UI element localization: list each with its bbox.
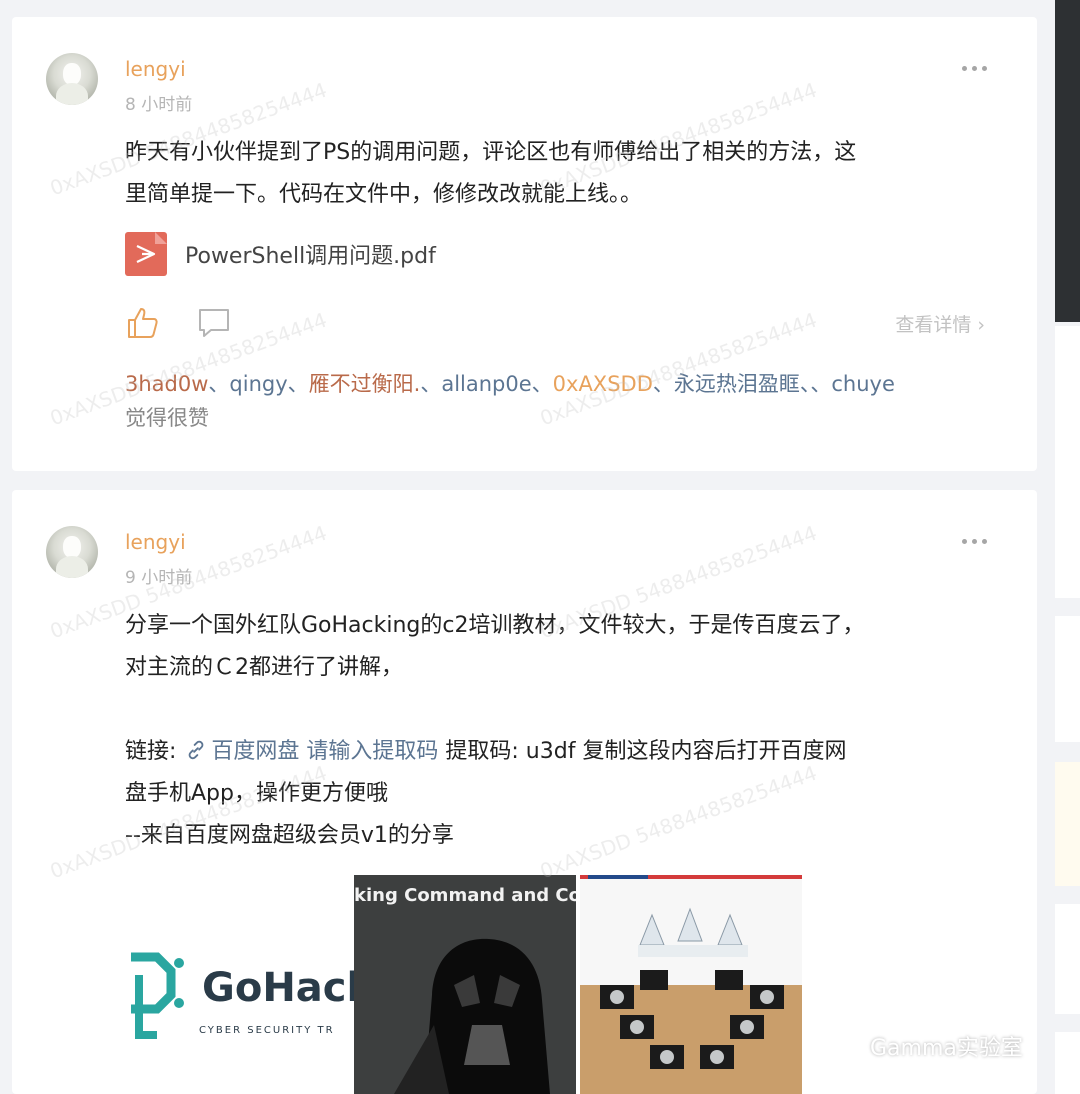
liker-name[interactable]: allanp0e [441, 372, 531, 396]
sidebar-panel [1055, 326, 1080, 598]
pdf-file-icon [125, 232, 167, 276]
image-logo-subtext: CYBER SECURITY TR [199, 1025, 335, 1036]
sidebar-image [1055, 0, 1080, 322]
avatar[interactable] [46, 526, 98, 578]
avatar[interactable] [46, 53, 98, 105]
post-card: lengyi 9 小时前 分享一个国外红队GoHacking的c2培训教材，文件… [12, 490, 1037, 1094]
like-icon[interactable] [125, 305, 161, 341]
post-text-line: 对主流的Ｃ2都进行了讲解， [125, 655, 403, 680]
vader-helmet-icon [394, 938, 550, 1094]
post-username[interactable]: lengyi [125, 57, 186, 81]
post-content: 昨天有小伙伴提到了PS的调用问题，评论区也有师傅给出了相关的方法，这 里简单提一… [125, 132, 995, 216]
post-time: 8 小时前 [125, 95, 193, 115]
image-logo-text: GoHack [202, 965, 374, 1011]
post-image[interactable]: king Command and Co [354, 875, 576, 1094]
gohacking-logo-icon [131, 952, 184, 1039]
brand-name: Gamma实验室 [870, 1036, 1023, 1061]
liker-list: 3had0w、qingy、雁不过衡阳.、allanp0e、0xAXSDD、永远热… [125, 372, 895, 430]
post-image[interactable] [580, 875, 802, 1094]
liker-name[interactable]: 0xAXSDD [553, 372, 653, 396]
sidebar-panel [1055, 616, 1080, 742]
attachment[interactable]: PowerShell调用问题.pdf [125, 232, 436, 276]
post-content: 分享一个国外红队GoHacking的c2培训教材，文件较大，于是传百度云了， 对… [125, 605, 995, 857]
sidebar-panel [1055, 904, 1080, 1014]
more-options-icon[interactable] [962, 539, 987, 544]
more-options-icon[interactable] [962, 66, 987, 71]
post-card: lengyi 8 小时前 昨天有小伙伴提到了PS的调用问题，评论区也有师傅给出了… [12, 17, 1037, 471]
post-actions [125, 305, 231, 341]
post-time: 9 小时前 [125, 568, 193, 588]
share-link[interactable]: 百度网盘 请输入提取码 [183, 739, 438, 764]
comment-icon[interactable] [197, 306, 231, 340]
link-icon [189, 740, 204, 760]
sidebar-panel [1055, 1032, 1080, 1094]
post-image[interactable]: GoHack CYBER SECURITY TR [127, 945, 373, 1055]
wechat-icon [823, 1032, 861, 1060]
sidebar-panel [1055, 762, 1080, 886]
post-text-line: 昨天有小伙伴提到了PS的调用问题，评论区也有师傅给出了相关的方法，这 [125, 140, 857, 165]
post-text-line: 里简单提一下。代码在文件中，修修改改就能上线。。 [125, 182, 643, 207]
post-text-line: 分享一个国外红队GoHacking的c2培训教材，文件较大，于是传百度云了， [125, 613, 865, 638]
liker-name[interactable]: 3had0w [125, 372, 208, 396]
post-text-line: 盘手机App，操作更方便哦 [125, 781, 388, 806]
post-text-line: --来自百度网盘超级会员v1的分享 [125, 823, 454, 848]
share-link-line: 链接: 百度网盘 请输入提取码 提取码: u3df 复制这段内容后打开百度网 [125, 739, 847, 764]
liker-name[interactable]: chuye [831, 372, 895, 396]
brand-watermark: Gamma实验室 [822, 1030, 1023, 1062]
liker-name[interactable]: 永远热泪盈眶、 [674, 372, 811, 396]
right-sidebar [1055, 0, 1080, 1094]
liker-name[interactable]: qingy [229, 372, 287, 396]
attachment-name[interactable]: PowerShell调用问题.pdf [185, 238, 436, 270]
view-details-link[interactable]: 查看详情 › [895, 310, 985, 337]
post-username[interactable]: lengyi [125, 530, 186, 554]
trophy-coins-icon [580, 907, 802, 1094]
liker-suffix: 觉得很赞 [125, 406, 209, 430]
liker-name[interactable]: 雁不过衡阳. [309, 372, 421, 396]
